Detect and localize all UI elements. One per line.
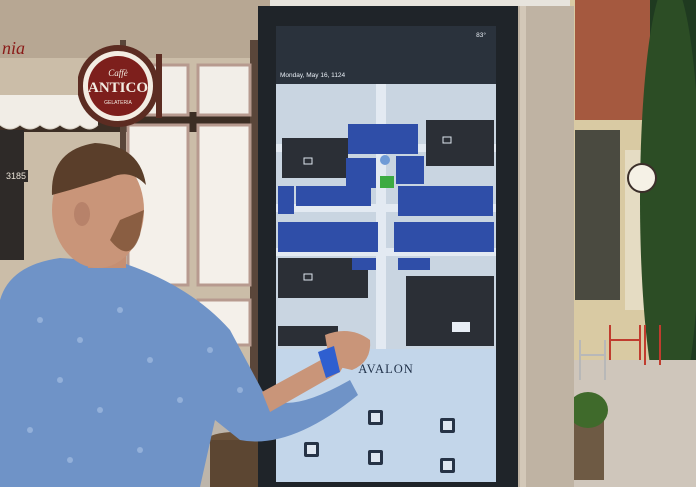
person-figure <box>0 143 371 487</box>
photo-scene: Caffè ANTICO GELATERIA nia 3185 Monday, … <box>0 0 696 487</box>
